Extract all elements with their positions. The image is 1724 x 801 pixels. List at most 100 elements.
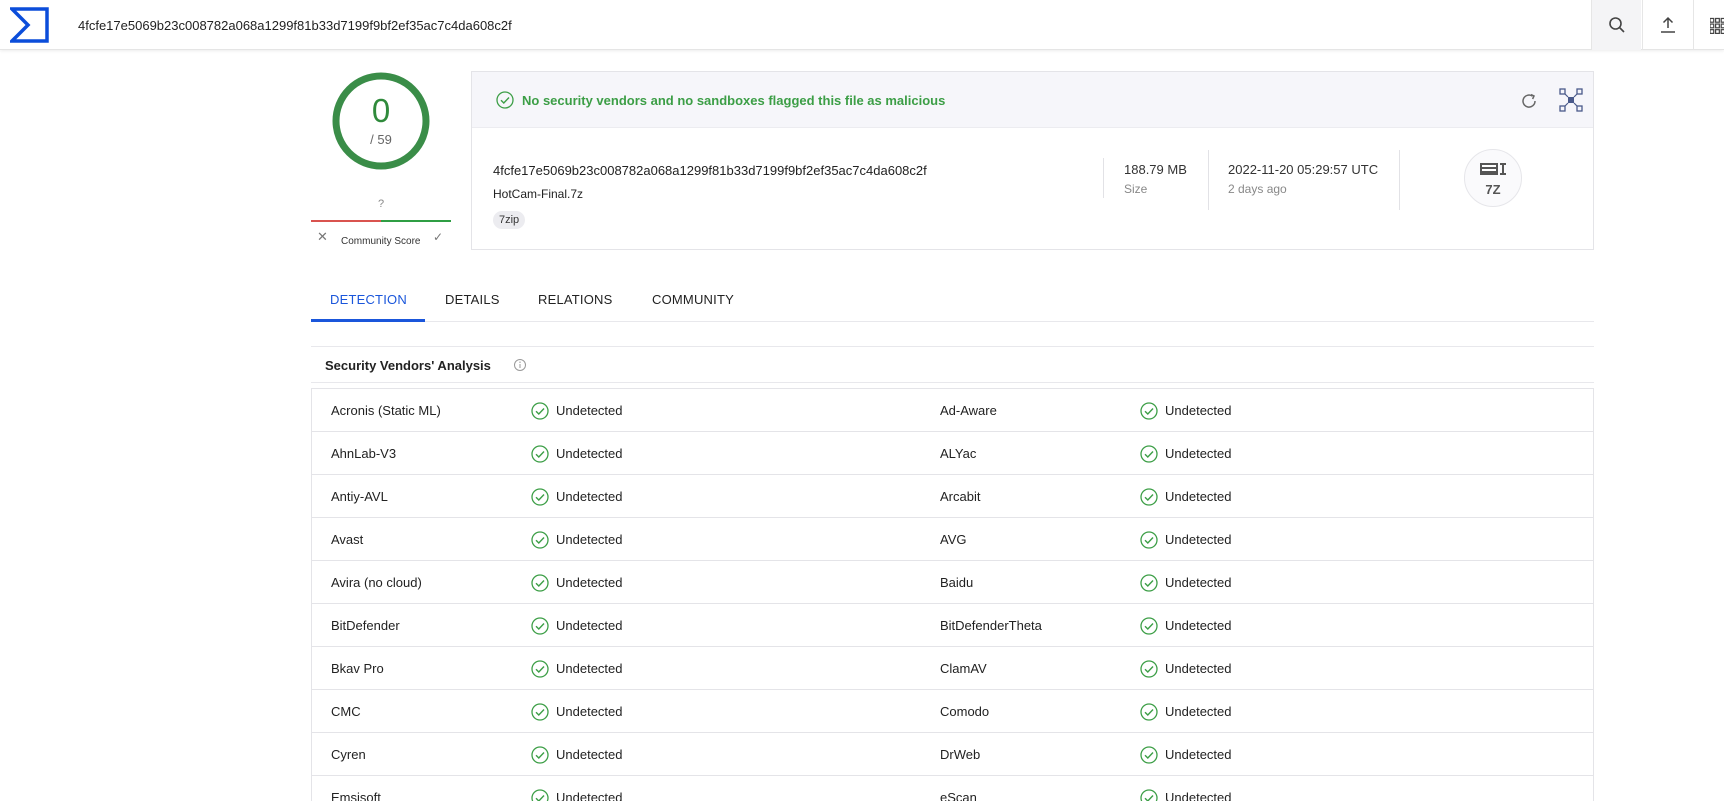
check-circle-icon — [1140, 574, 1158, 595]
check-circle-icon — [1140, 445, 1158, 466]
vendor-result: Undetected — [556, 661, 623, 676]
vendor-name: Acronis (Static ML) — [331, 403, 441, 418]
top-bar — [0, 0, 1724, 50]
table-row: Emsisoft Undetected eScan Undetected — [312, 776, 1593, 801]
verdict-message: No security vendors and no sandboxes fla… — [522, 93, 946, 108]
tab-detection[interactable]: DETECTION — [330, 292, 407, 307]
check-circle-icon — [1140, 617, 1158, 638]
section-header: Security Vendors' Analysis — [311, 346, 1594, 383]
table-row: Cyren Undetected DrWeb Undetected — [312, 733, 1593, 776]
vote-harmless-icon[interactable]: ✓ — [433, 230, 443, 244]
check-circle-icon — [531, 617, 549, 638]
vendor-name: Comodo — [940, 704, 990, 719]
table-row: Antiy-AVL Undetected Arcabit Undetected — [312, 475, 1593, 518]
archive-icon — [1480, 163, 1506, 175]
community-score: ? ✕ Community Score ✓ — [311, 198, 451, 250]
analysis-date: 2022-11-20 05:29:57 UTC — [1228, 162, 1379, 177]
vendor-result: Undetected — [556, 704, 623, 719]
vendor-name: eScan — [940, 790, 977, 801]
vendor-name: CMC — [331, 704, 361, 719]
apps-button[interactable] — [1693, 0, 1724, 50]
vendor-name: Cyren — [331, 747, 366, 762]
upload-button[interactable] — [1642, 0, 1692, 50]
divider — [1208, 150, 1209, 210]
info-icon[interactable] — [513, 358, 527, 372]
vendor-name: AVG — [940, 532, 967, 547]
detection-total: / 59 — [370, 132, 392, 147]
table-row: Acronis (Static ML) Undetected Ad-Aware Und… — [312, 389, 1593, 432]
file-size: 188.79 MB — [1124, 162, 1187, 177]
vendor-result: Undetected — [556, 446, 623, 461]
check-circle-icon — [531, 703, 549, 724]
file-tag[interactable]: 7zip — [493, 211, 526, 229]
table-row: Avast Undetected AVG Undetected — [312, 518, 1593, 561]
apps-grid-icon — [1710, 17, 1724, 34]
tab-relations[interactable]: RELATIONS — [538, 292, 613, 307]
tab-community[interactable]: COMMUNITY — [652, 292, 734, 307]
file-summary-card: No security vendors and no sandboxes fla… — [471, 71, 1594, 250]
check-circle-icon — [531, 660, 549, 681]
detection-count: 0 — [371, 92, 391, 129]
tab-bar: DETECTION DETAILS RELATIONS COMMUNITY — [311, 272, 1594, 322]
tab-details[interactable]: DETAILS — [445, 292, 500, 307]
vendor-name: BitDefenderTheta — [940, 618, 1042, 633]
search-icon — [1608, 17, 1625, 33]
vendor-result: Undetected — [1165, 489, 1232, 504]
community-score-value: ? — [377, 198, 385, 210]
check-circle-icon — [1140, 789, 1158, 801]
check-circle-icon — [1140, 531, 1158, 552]
vendor-name: BitDefender — [331, 618, 400, 633]
vendor-result: Undetected — [1165, 704, 1232, 719]
table-row: Bkav Pro Undetected ClamAV Undetected — [312, 647, 1593, 690]
check-circle-icon — [531, 789, 549, 801]
vendor-name: Avira (no cloud) — [331, 575, 422, 590]
vendor-result: Undetected — [556, 403, 623, 418]
check-circle-icon — [531, 531, 549, 552]
section-title: Security Vendors' Analysis — [325, 358, 491, 373]
table-row: CMC Undetected Comodo Undetected — [312, 690, 1593, 733]
logo-icon[interactable] — [10, 7, 49, 43]
table-row: Avira (no cloud) Undetected Baidu Undetecte… — [312, 561, 1593, 604]
vendor-name: ClamAV — [940, 661, 987, 676]
vendor-name: Emsisoft — [331, 790, 381, 801]
vendor-name: Bkav Pro — [331, 661, 384, 676]
vendor-result: Undetected — [1165, 618, 1232, 633]
file-type-label: 7Z — [1485, 182, 1501, 197]
table-row: BitDefender Undetected BitDefenderTheta Und… — [312, 604, 1593, 647]
reanalyze-icon[interactable] — [1519, 91, 1539, 111]
vendor-result: Undetected — [1165, 532, 1232, 547]
graph-view-icon[interactable] — [1559, 88, 1583, 112]
check-circle-icon — [531, 746, 549, 767]
vendor-result: Undetected — [556, 747, 623, 762]
vendor-name: AhnLab-V3 — [331, 446, 397, 461]
vendor-name: Arcabit — [940, 489, 981, 504]
detection-score: 0 / 59 — [330, 70, 432, 172]
vendor-result: Undetected — [556, 575, 623, 590]
vendor-name: Avast — [331, 532, 364, 547]
vendor-result: Undetected — [1165, 790, 1232, 801]
vendor-name: DrWeb — [940, 747, 981, 762]
vendor-result: Undetected — [556, 532, 623, 547]
check-circle-icon — [1140, 703, 1158, 724]
check-circle-icon — [531, 445, 549, 466]
vendor-result: Undetected — [1165, 575, 1232, 590]
check-circle-icon — [1140, 660, 1158, 681]
vendor-result: Undetected — [556, 489, 623, 504]
check-circle-icon — [1140, 488, 1158, 509]
check-circle-icon — [531, 574, 549, 595]
upload-icon — [1660, 16, 1675, 33]
check-circle-icon — [531, 488, 549, 509]
vendor-name: Ad-Aware — [940, 403, 997, 418]
check-circle-icon — [496, 91, 514, 109]
file-name: HotCam-Final.7z — [493, 187, 584, 201]
check-circle-icon — [1140, 746, 1158, 767]
file-hash[interactable]: 4fcfe17e5069b23c008782a068a1299f81b33d71… — [493, 163, 927, 178]
community-bar-positive — [381, 220, 451, 222]
divider — [1399, 150, 1400, 210]
search-input[interactable] — [68, 12, 1268, 38]
vendor-result: Undetected — [1165, 661, 1232, 676]
table-row: AhnLab-V3 Undetected ALYac Undetected — [312, 432, 1593, 475]
vote-malicious-icon[interactable]: ✕ — [317, 229, 328, 245]
divider — [1103, 158, 1104, 198]
search-button[interactable] — [1591, 0, 1641, 50]
